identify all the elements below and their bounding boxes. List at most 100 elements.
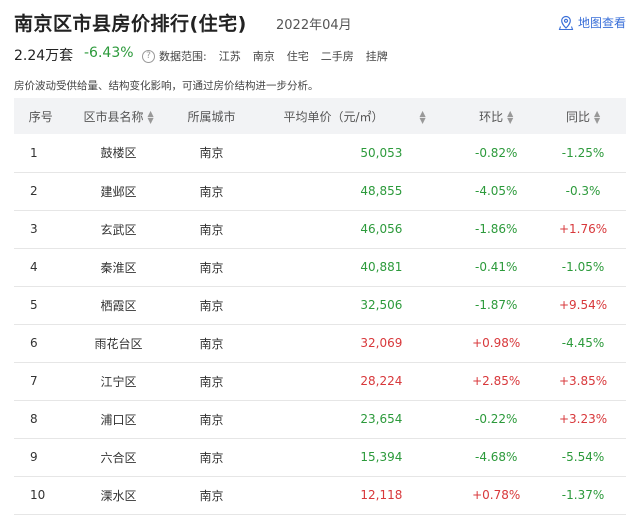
yoy-change: -1.37%: [561, 488, 605, 502]
average-price: 32,069: [360, 336, 403, 350]
column-header-price[interactable]: 平均单价（元/㎡） ▲ ▼: [253, 98, 452, 134]
district-name: 浦口区: [100, 412, 137, 427]
sort-icon[interactable]: ▲ ▼: [420, 110, 426, 125]
column-header-index: 序号: [28, 109, 53, 124]
table-row: 3 玄武区 南京 46,056 -1.86% +1.76%: [14, 210, 626, 248]
row-index: 9: [30, 450, 38, 464]
city-name: 南京: [199, 412, 224, 427]
scope-label: 数据范围:: [159, 50, 207, 63]
mom-change: -0.22%: [474, 412, 518, 426]
summary-bar: 2.24万套 -6.43% ? 数据范围: 江苏 南京 住宅 二手房 挂牌: [0, 42, 640, 68]
city-name: 南京: [199, 374, 224, 389]
district-name: 雨花台区: [94, 336, 143, 351]
average-price: 50,053: [360, 145, 403, 160]
yoy-change: -1.05%: [561, 260, 605, 274]
mom-change: -0.41%: [474, 260, 518, 274]
district-name: 栖霞区: [100, 298, 137, 313]
table-row: 7 江宁区 南京 28,224 +2.85% +3.85%: [14, 362, 626, 400]
row-index: 4: [30, 260, 38, 274]
average-price: 15,394: [360, 450, 403, 464]
map-view-label: 地图查看: [577, 16, 626, 30]
row-index: 2: [30, 184, 38, 198]
row-index: 7: [30, 374, 38, 388]
district-name: 玄武区: [100, 222, 137, 237]
mom-change: -1.87%: [474, 298, 518, 312]
city-name: 南京: [199, 450, 224, 465]
scope-tag: 挂牌: [365, 50, 388, 63]
map-pin-icon: [558, 15, 574, 30]
row-index: 10: [30, 488, 46, 502]
yoy-change: +3.85%: [558, 374, 608, 388]
table-row: 5 栖霞区 南京 32,506 -1.87% +9.54%: [14, 286, 626, 324]
mom-change: -4.05%: [474, 184, 518, 198]
report-date: 2022年04月: [276, 18, 352, 33]
city-name: 南京: [199, 146, 224, 161]
mom-change: -1.86%: [474, 222, 518, 236]
sort-icon[interactable]: ▲ ▼: [507, 110, 513, 125]
district-name: 建邺区: [100, 184, 137, 199]
scope-tag: 江苏: [218, 50, 241, 63]
yoy-change: -4.45%: [561, 336, 605, 350]
row-index: 1: [30, 145, 38, 160]
yoy-change: -5.54%: [561, 450, 605, 464]
table-row: 2 建邺区 南京 48,855 -4.05% -0.3%: [14, 172, 626, 210]
city-name: 南京: [199, 336, 224, 351]
data-scope: ? 数据范围: 江苏 南京 住宅 二手房 挂牌: [142, 48, 388, 64]
column-header-yoy[interactable]: 同比 ▲ ▼: [540, 98, 626, 134]
yoy-change: +1.76%: [558, 222, 608, 236]
column-header-mom[interactable]: 环比 ▲ ▼: [452, 98, 540, 134]
district-name: 六合区: [100, 450, 137, 465]
table-row: 6 雨花台区 南京 32,069 +0.98% -4.45%: [14, 324, 626, 362]
city-name: 南京: [199, 222, 224, 237]
listing-count: 2.24万套: [14, 48, 74, 64]
yoy-change: -1.25%: [561, 145, 605, 160]
table-row: 9 六合区 南京 15,394 -4.68% -5.54%: [14, 438, 626, 476]
price-note: 房价波动受供给量、结构变化影响，可通过房价结构进一步分析。: [14, 80, 319, 92]
district-ranking-table: 序号 区市县名称 ▲ ▼ 所属城市 平均单价（元/㎡） ▲ ▼ 环比 ▲ ▼ 同比 ▲ ▼ 1 鼓…: [14, 98, 626, 515]
city-name: 南京: [199, 298, 224, 313]
yoy-change: -0.3%: [565, 184, 601, 198]
table-row: 8 浦口区 南京 23,654 -0.22% +3.23%: [14, 400, 626, 438]
city-name: 南京: [199, 184, 224, 199]
average-price: 28,224: [360, 374, 403, 388]
average-price: 40,881: [360, 260, 403, 274]
row-index: 5: [30, 298, 38, 312]
yoy-change: +3.23%: [558, 412, 608, 426]
table-header-row: 序号 区市县名称 ▲ ▼ 所属城市 平均单价（元/㎡） ▲ ▼ 环比 ▲ ▼ 同比 ▲ ▼: [14, 98, 626, 134]
map-view-link[interactable]: 地图查看: [558, 14, 626, 31]
mom-change: -4.68%: [474, 450, 518, 464]
average-price: 12,118: [360, 488, 403, 502]
table-row: 4 秦淮区 南京 40,881 -0.41% -1.05%: [14, 248, 626, 286]
scope-tag: 住宅: [286, 50, 309, 63]
city-name: 南京: [199, 488, 224, 503]
average-price: 32,506: [360, 298, 403, 312]
district-name: 鼓楼区: [100, 146, 137, 161]
column-header-name[interactable]: 区市县名称 ▲ ▼: [68, 98, 170, 134]
district-name: 秦淮区: [100, 260, 137, 275]
table-row: 1 鼓楼区 南京 50,053 -0.82% -1.25%: [14, 134, 626, 172]
mom-change: +0.98%: [472, 336, 521, 350]
page-header: 南京区市县房价排行(住宅) 2022年04月 地图查看: [0, 0, 640, 42]
column-header-city: 所属城市: [187, 109, 236, 124]
district-name: 溧水区: [100, 488, 137, 503]
row-index: 8: [30, 412, 38, 426]
table-row: 10 溧水区 南京 12,118 +0.78% -1.37%: [14, 476, 626, 514]
yoy-change: +9.54%: [558, 298, 608, 312]
page-title: 南京区市县房价排行(住宅): [14, 13, 247, 35]
row-index: 6: [30, 336, 38, 350]
district-name: 江宁区: [100, 374, 137, 389]
scope-tag: 二手房: [320, 50, 354, 63]
average-price: 46,056: [360, 222, 403, 236]
city-name: 南京: [199, 260, 224, 275]
mom-change: +2.85%: [472, 374, 521, 388]
row-index: 3: [30, 222, 38, 236]
sort-icon[interactable]: ▲ ▼: [594, 110, 600, 125]
help-icon[interactable]: ?: [142, 49, 155, 63]
average-price: 48,855: [360, 184, 403, 198]
mom-change: -0.82%: [474, 145, 518, 160]
scope-tag: 南京: [252, 50, 275, 63]
listing-change: -6.43%: [84, 45, 134, 61]
sort-icon[interactable]: ▲ ▼: [147, 110, 153, 125]
average-price: 23,654: [360, 412, 403, 426]
mom-change: +0.78%: [472, 488, 521, 502]
